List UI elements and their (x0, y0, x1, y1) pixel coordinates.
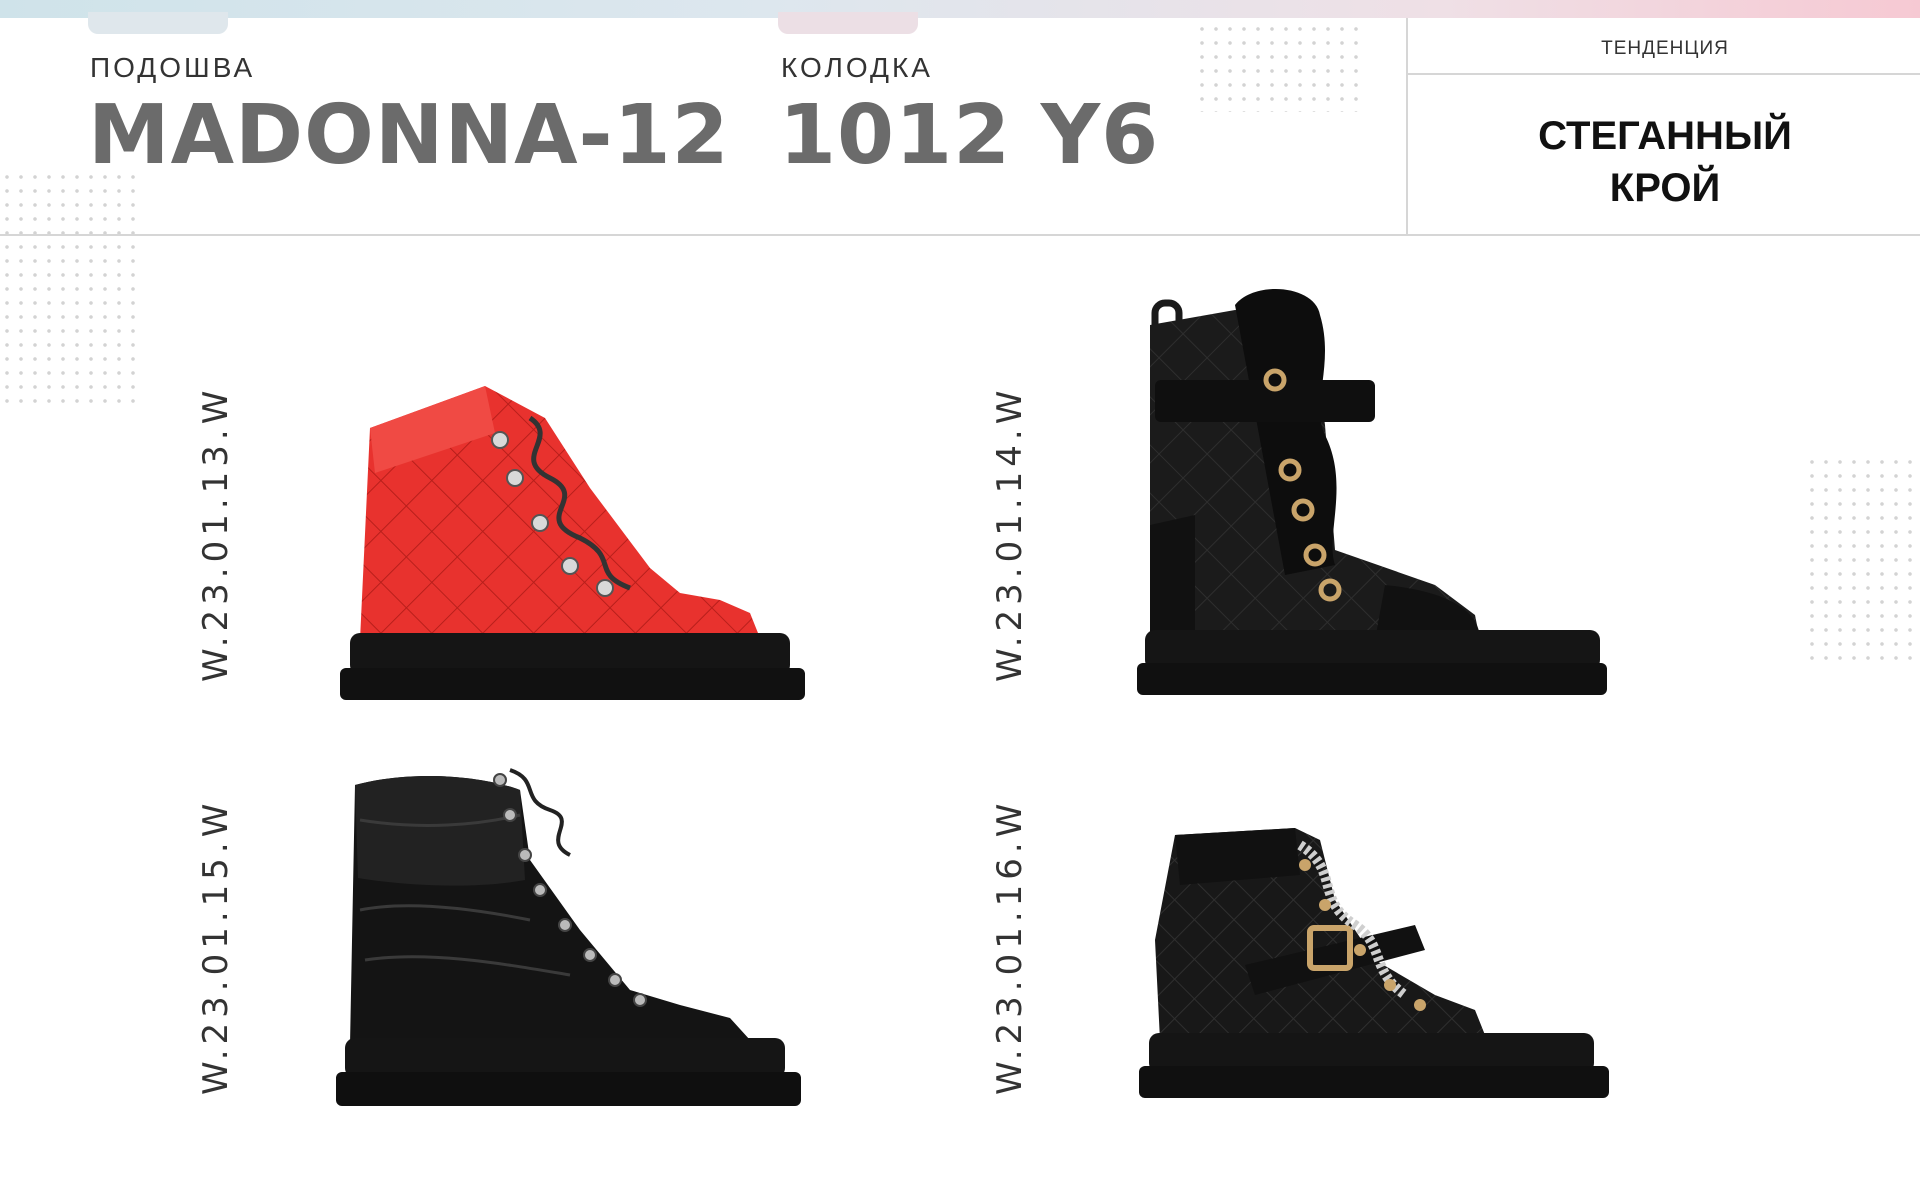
dot-pattern (1805, 455, 1920, 665)
dot-pattern (0, 170, 135, 405)
black-fur-quilted-boot-image[interactable] (1135, 285, 1615, 705)
black-puffer-boot-image[interactable] (330, 760, 820, 1120)
trend-divider (1408, 73, 1920, 75)
red-quilted-boot-image[interactable] (330, 378, 820, 708)
dot-pattern (1195, 22, 1365, 112)
product-code: W.23.01.16.W (990, 798, 1030, 1095)
trend-value-line1: СТЕГАННЫЙ (1538, 114, 1792, 158)
black-buckle-quilted-boot-image[interactable] (1135, 820, 1615, 1120)
last-value: 1012 Y6 (779, 88, 1160, 183)
top-gradient-bar (0, 0, 1920, 18)
last-label: КОЛОДКА (781, 52, 933, 83)
trend-value-line2: КРОЙ (1609, 166, 1721, 210)
trend-value: СТЕГАННЫЙ КРОЙ (1408, 110, 1920, 214)
trend-box: ТЕНДЕНЦИЯ СТЕГАННЫЙ КРОЙ (1406, 18, 1920, 234)
product-code: W.23.01.15.W (196, 798, 236, 1095)
product-code: W.23.01.14.W (990, 385, 1030, 682)
top-tab-decoration (88, 12, 228, 34)
top-tab-decoration (778, 12, 918, 34)
product-code: W.23.01.13.W (196, 385, 236, 682)
header-divider (0, 234, 1920, 236)
sole-label: ПОДОШВА (90, 52, 256, 83)
sole-value: MADONNA-12 (88, 88, 730, 183)
trend-label: ТЕНДЕНЦИЯ (1601, 38, 1729, 59)
